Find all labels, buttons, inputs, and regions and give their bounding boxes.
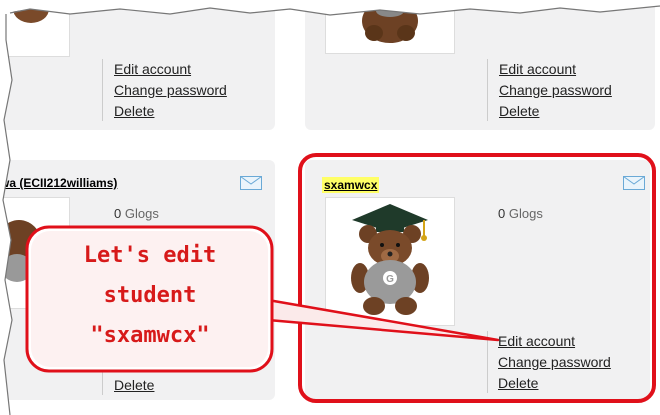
callout-text: Let's edit student "sxamwcx" [25, 236, 275, 356]
callout-line: "sxamwcx" [90, 323, 210, 348]
callout-line: Let's edit [83, 243, 217, 268]
callout-line: student [103, 283, 197, 308]
student-grid: Edit account Change password Delete Edit… [0, 0, 660, 415]
